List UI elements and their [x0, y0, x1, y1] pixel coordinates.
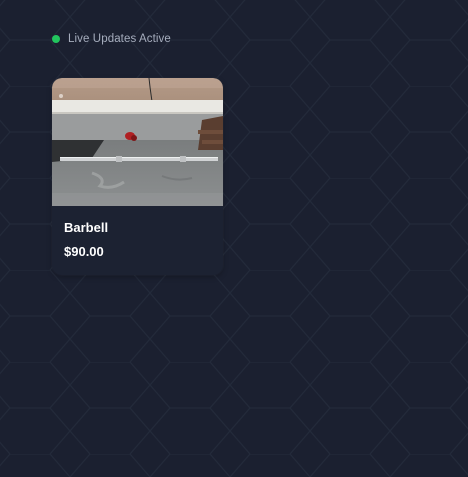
live-status-dot-icon — [52, 35, 60, 43]
listing-card[interactable]: Barbell $90.00 — [52, 78, 223, 275]
listing-price: $90.00 — [64, 244, 104, 259]
live-status-text: Live Updates Active — [68, 33, 171, 45]
listing-title[interactable]: Barbell — [64, 220, 211, 236]
live-updates-status: Live Updates Active — [52, 32, 171, 46]
listing-card-body: Barbell $90.00 — [52, 206, 223, 260]
barbell-photo-icon[interactable] — [52, 78, 223, 206]
